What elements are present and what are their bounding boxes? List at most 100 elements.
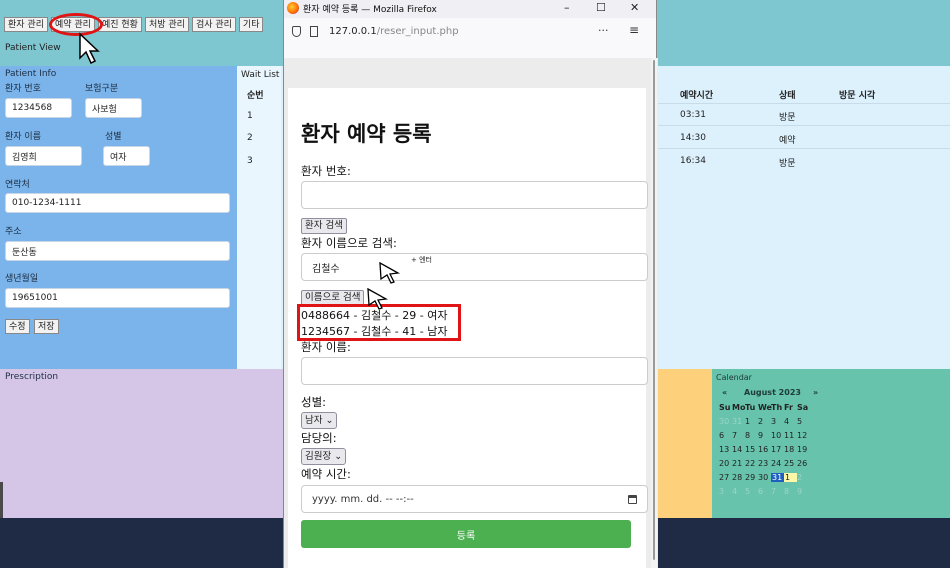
calendar-day[interactable]: 5 (745, 487, 758, 496)
address-field[interactable]: 둔산동 (5, 241, 230, 261)
calendar-day[interactable]: 8 (745, 431, 758, 440)
reservation-time-input[interactable]: yyyy. mm. dd. -- --:-- (301, 485, 648, 513)
calendar-day[interactable]: 31 (732, 417, 745, 426)
calendar-day[interactable]: 9 (758, 431, 771, 440)
calendar-next-button[interactable]: » (813, 388, 818, 397)
calendar-day[interactable]: 15 (745, 445, 758, 454)
wait-list-number-column (237, 66, 281, 369)
calendar-title: Calendar (716, 373, 752, 382)
wait-row-time: 14:30 (680, 133, 706, 143)
calendar-day[interactable]: 30 (758, 473, 771, 482)
wait-col-visit: 방문 시각 (839, 91, 876, 101)
menu-pre-exam-status[interactable]: 예진 현황 (97, 17, 142, 32)
gender-select[interactable]: 남자 ⌄ (301, 412, 338, 429)
wait-col-no: 순번 (247, 91, 264, 101)
chevron-down-icon: ⌄ (334, 451, 343, 462)
name-search-input[interactable]: 김철수 (301, 253, 648, 281)
calendar-day-selected[interactable]: 31 (771, 473, 784, 482)
calendar-prev-button[interactable]: « (722, 388, 727, 397)
calendar-day[interactable]: 8 (784, 487, 797, 496)
prescription-edge (0, 482, 3, 518)
menu-test-management[interactable]: 검사 관리 (191, 17, 236, 32)
patient-no-field[interactable]: 1234568 (5, 98, 72, 118)
calendar-day[interactable]: 6 (758, 487, 771, 496)
main-menu: 환자 관리 예약 관리 예진 현황 처방 관리 검사 관리 기타 (4, 17, 264, 32)
calendar-day[interactable]: 25 (784, 459, 797, 468)
calendar-day[interactable]: 13 (719, 445, 732, 454)
menu-patient-management[interactable]: 환자 관리 (4, 17, 48, 32)
calendar-day[interactable]: 6 (719, 431, 732, 440)
maximize-icon[interactable]: ☐ (596, 1, 606, 14)
close-icon[interactable]: ✕ (630, 1, 639, 14)
edit-button[interactable]: 수정 (5, 319, 30, 334)
calendar-week: 30 31 1 2 3 4 5 (719, 417, 829, 426)
prescription-panel: Prescription (0, 369, 283, 518)
page-info-icon[interactable] (310, 26, 318, 37)
calendar-day[interactable]: 7 (771, 487, 784, 496)
address-label: 주소 (5, 227, 22, 237)
patient-no-input[interactable] (301, 181, 648, 209)
calendar-day[interactable]: 19 (797, 445, 810, 454)
calendar-day[interactable]: 2 (758, 417, 771, 426)
calendar-day[interactable]: 27 (719, 473, 732, 482)
search-result-item[interactable]: 1234567 - 김철수 - 41 - 남자 (301, 323, 447, 339)
calendar-day[interactable]: 11 (784, 431, 797, 440)
calendar-day[interactable]: 30 (719, 417, 732, 426)
calendar-day[interactable]: 17 (771, 445, 784, 454)
calendar-day[interactable]: 20 (719, 459, 732, 468)
calendar-day[interactable]: 21 (732, 459, 745, 468)
window-title: 환자 예약 등록 — Mozilla Firefox (303, 5, 437, 15)
birth-field[interactable]: 19651001 (5, 288, 230, 308)
calendar-day[interactable]: 7 (732, 431, 745, 440)
calendar-day[interactable]: 4 (784, 417, 797, 426)
calendar-day-today[interactable]: 1 (784, 473, 797, 482)
calendar-day[interactable]: 5 (797, 417, 810, 426)
patient-search-button[interactable]: 환자 검색 (301, 218, 347, 234)
minimize-icon[interactable]: – (564, 1, 570, 14)
doctor-select[interactable]: 김원장 ⌄ (301, 448, 347, 465)
hamburger-menu-icon[interactable]: ≡ (629, 23, 639, 37)
calendar-icon[interactable] (628, 494, 637, 504)
gender-label: 성별: (301, 395, 327, 409)
calendar-day[interactable]: 10 (771, 431, 784, 440)
shield-icon[interactable] (292, 26, 301, 37)
url-host: 127.0.0.1 (329, 26, 377, 37)
insurance-field[interactable]: 사보험 (85, 98, 142, 118)
menu-etc[interactable]: 기타 (238, 17, 264, 32)
calendar-day[interactable]: 29 (745, 473, 758, 482)
calendar-day[interactable]: 9 (797, 487, 810, 496)
calendar-day[interactable]: 3 (719, 487, 732, 496)
menu-prescription-management[interactable]: 처방 관리 (144, 17, 189, 32)
calendar-week: 27 28 29 30 31 1 2 (719, 473, 829, 482)
patient-no-label: 환자 번호 (5, 84, 41, 94)
calendar-day[interactable]: 18 (784, 445, 797, 454)
calendar-day[interactable]: 12 (797, 431, 810, 440)
more-actions-icon[interactable]: ··· (598, 24, 609, 37)
calendar-day[interactable]: 28 (732, 473, 745, 482)
calendar-day[interactable]: 23 (758, 459, 771, 468)
submit-button[interactable]: 등록 (301, 520, 631, 548)
scrollbar-thumb[interactable] (653, 60, 655, 560)
wait-row-no: 1 (247, 111, 253, 121)
calendar-day[interactable]: 26 (797, 459, 810, 468)
gender-field[interactable]: 여자 (103, 146, 150, 166)
wait-divider (657, 125, 950, 126)
calendar-month: August 2023 (744, 388, 801, 397)
calendar-day[interactable]: 22 (745, 459, 758, 468)
patient-name-input[interactable] (301, 357, 648, 385)
save-button[interactable]: 저장 (34, 319, 59, 334)
gender-label: 성별 (105, 132, 122, 142)
calendar-day[interactable]: 24 (771, 459, 784, 468)
url-text[interactable]: 127.0.0.1/reser_input.php (329, 26, 459, 37)
url-bar: 127.0.0.1/reser_input.php ··· ≡ (284, 18, 656, 46)
calendar-day[interactable]: 14 (732, 445, 745, 454)
calendar-day[interactable]: 4 (732, 487, 745, 496)
calendar-day[interactable]: 2 (797, 473, 810, 482)
gender-select-value: 남자 (305, 415, 323, 426)
contact-field[interactable]: 010-1234-1111 (5, 193, 230, 213)
calendar-week: 13 14 15 16 17 18 19 (719, 445, 829, 454)
calendar-day[interactable]: 1 (745, 417, 758, 426)
calendar-day[interactable]: 3 (771, 417, 784, 426)
name-field[interactable]: 김영희 (5, 146, 82, 166)
calendar-day[interactable]: 16 (758, 445, 771, 454)
